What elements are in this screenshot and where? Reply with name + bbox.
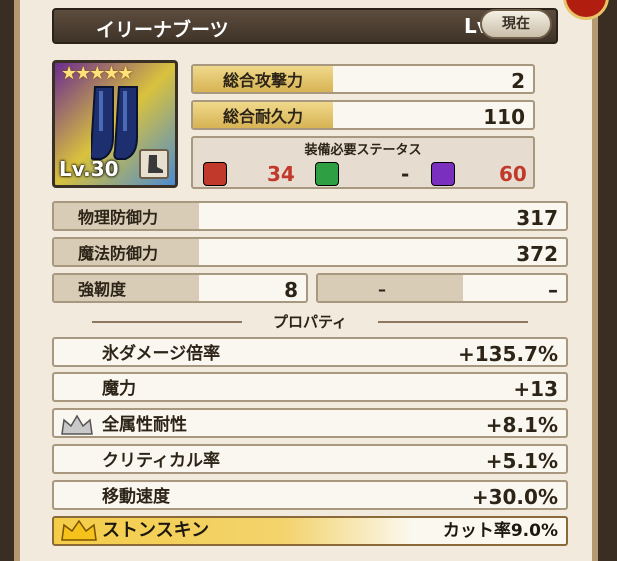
property-value: +135.7% <box>457 342 558 366</box>
property-row: 魔力 +13 <box>52 372 568 402</box>
magic-defense-label: 魔法防御力 <box>54 239 199 265</box>
toughness-value: 8 <box>284 278 298 302</box>
physical-defense-value: 317 <box>516 206 558 230</box>
property-label: 魔力 <box>102 379 136 399</box>
item-level-badge: Lv.30 <box>59 157 119 181</box>
rarity-stars: ★★★★★ <box>61 63 134 84</box>
property-label: 移動速度 <box>102 487 170 507</box>
empty-stat-label: – <box>318 275 463 301</box>
property-row: クリティカル率 +5.1% <box>52 444 568 474</box>
total-durability-value: 110 <box>483 105 525 129</box>
total-attack-value: 2 <box>511 69 525 93</box>
properties-title: プロパティ <box>272 313 348 331</box>
total-durability-label: 総合耐久力 <box>193 102 333 128</box>
property-value: +5.1% <box>485 449 558 473</box>
total-attack-row: 総合攻撃力 2 <box>191 64 535 94</box>
physical-defense-label: 物理防御力 <box>54 203 199 229</box>
total-attack-label: 総合攻撃力 <box>193 66 333 92</box>
empty-stat-row: – – <box>316 273 568 303</box>
physical-defense-row: 物理防御力 317 <box>52 201 568 231</box>
req-agility-value: - <box>401 162 410 186</box>
requirements-title: 装備必要ステータス <box>304 143 422 158</box>
fist-icon <box>203 162 227 186</box>
special-skill-row: ストンスキン カット率9.0% <box>52 516 568 546</box>
requirements-panel: 装備必要ステータス 34 - 60 <box>191 136 535 189</box>
boots-icon <box>91 86 138 160</box>
property-value: +13 <box>513 377 558 401</box>
property-label: 氷ダメージ倍率 <box>102 344 221 364</box>
silver-crown-icon <box>61 414 93 435</box>
empty-stat-value: – <box>548 278 558 302</box>
property-row: 氷ダメージ倍率 +135.7% <box>52 337 568 367</box>
property-value: +30.0% <box>471 485 558 509</box>
toughness-label: 強靭度 <box>54 275 199 301</box>
req-magic-value: 60 <box>499 162 527 186</box>
agility-icon <box>315 162 339 186</box>
magic-defense-row: 魔法防御力 372 <box>52 237 568 267</box>
property-label: 全属性耐性 <box>102 415 187 435</box>
property-row: 全属性耐性 +8.1% <box>52 408 568 438</box>
property-row: 移動速度 +30.0% <box>52 480 568 510</box>
magic-icon <box>431 162 455 186</box>
special-skill-name: ストンスキン <box>102 520 210 541</box>
current-button[interactable]: 現在 <box>480 9 552 39</box>
boot-slot-icon <box>139 149 169 179</box>
item-portrait[interactable]: ★★★★★ Lv.30 <box>52 60 178 188</box>
item-name: イリーナブーツ <box>96 19 229 41</box>
req-strength-value: 34 <box>267 162 295 186</box>
property-value: +8.1% <box>485 413 558 437</box>
gold-crown-icon <box>61 520 97 541</box>
property-label: クリティカル率 <box>102 451 220 471</box>
magic-defense-value: 372 <box>516 242 558 266</box>
toughness-row: 強靭度 8 <box>52 273 308 303</box>
total-durability-row: 総合耐久力 110 <box>191 100 535 130</box>
properties-divider: プロパティ <box>52 311 568 333</box>
special-skill-value: カット率9.0% <box>442 521 558 541</box>
